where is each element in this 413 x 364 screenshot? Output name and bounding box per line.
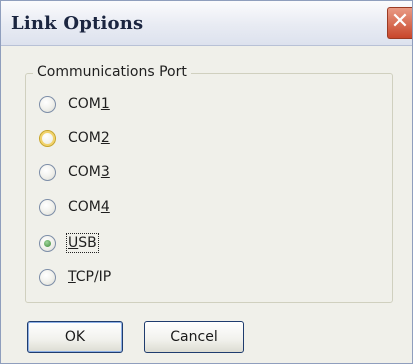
radio-usb[interactable]: USB: [39, 232, 99, 254]
radio-label-com2: COM2: [68, 130, 110, 146]
radio-tcp-ip[interactable]: TCP/IP: [39, 266, 111, 288]
radio-com3[interactable]: COM3: [39, 161, 110, 183]
close-button[interactable]: ✕: [387, 7, 412, 39]
title-bar[interactable]: Link Options ✕: [1, 1, 412, 46]
radio-label-com4: COM4: [68, 199, 110, 215]
ok-button[interactable]: OK: [27, 321, 123, 353]
cancel-button[interactable]: Cancel: [144, 321, 244, 353]
radio-button-icon[interactable]: [39, 268, 56, 286]
radio-com1[interactable]: COM1: [39, 93, 110, 115]
radio-label-usb: USB: [66, 233, 99, 253]
radio-button-icon[interactable]: [39, 163, 56, 181]
radio-button-icon[interactable]: [39, 198, 56, 216]
group-label: Communications Port: [33, 64, 191, 80]
link-options-dialog: Link Options ✕ Communications Port COM1 …: [0, 0, 413, 364]
radio-com4[interactable]: COM4: [39, 196, 110, 218]
radio-button-icon[interactable]: [39, 95, 56, 113]
radio-label-com1: COM1: [68, 96, 110, 112]
radio-com2[interactable]: COM2: [39, 127, 110, 149]
radio-label-com3: COM3: [68, 164, 110, 180]
radio-label-tcp-ip: TCP/IP: [68, 269, 112, 285]
close-icon: ✕: [390, 9, 410, 34]
window-title: Link Options: [11, 13, 144, 34]
radio-button-selected-icon[interactable]: [39, 234, 56, 252]
radio-button-icon[interactable]: [39, 129, 56, 147]
